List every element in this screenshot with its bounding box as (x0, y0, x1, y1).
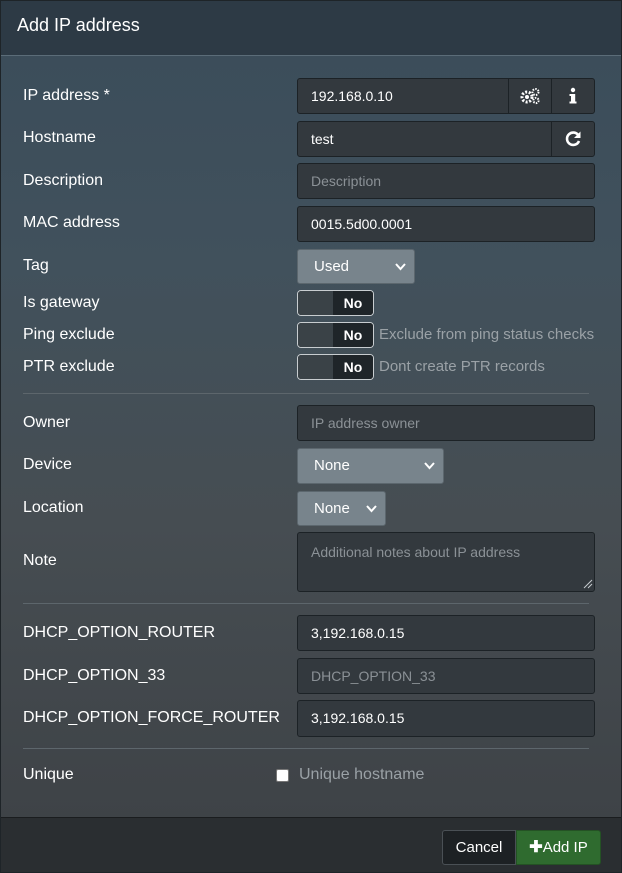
unique-hostname-checkbox[interactable] (276, 769, 289, 782)
note-label: Note (23, 552, 57, 569)
info-icon (569, 87, 577, 104)
modal-title: Add IP address (17, 15, 140, 35)
tag-select[interactable]: Used (297, 249, 415, 284)
dhcp-option-force-router-input[interactable]: 3,192.168.0.15 (297, 700, 595, 737)
ip-tools-button[interactable] (508, 78, 552, 114)
chevron-down-icon (395, 250, 406, 297)
add-ip-button-label: Add IP (542, 839, 588, 856)
dhcp-option-router-input[interactable]: 3,192.168.0.15 (297, 615, 595, 651)
ping-exclude-help: Exclude from ping status checks (379, 326, 595, 343)
refresh-icon (565, 131, 581, 147)
divider (23, 748, 589, 749)
mac-address-label: MAC address (23, 214, 120, 231)
description-input[interactable]: Description (297, 163, 595, 199)
ping-exclude-toggle[interactable]: No (297, 322, 374, 348)
plus-icon: ✚ (529, 839, 543, 856)
owner-input[interactable]: IP address owner (297, 405, 595, 441)
divider (23, 393, 589, 394)
is-gateway-label: Is gateway (23, 294, 100, 311)
dhcp-option-router-label: DHCP_OPTION_ROUTER (23, 624, 216, 641)
toggle-value: No (333, 291, 373, 315)
tag-label: Tag (23, 257, 49, 274)
hostname-refresh-button[interactable] (551, 121, 595, 157)
note-textarea[interactable]: Additional notes about IP address (297, 532, 595, 592)
toggle-value: No (333, 323, 373, 347)
divider (23, 603, 589, 604)
unique-hostname-checkbox-label[interactable]: Unique hostname (299, 766, 424, 784)
is-gateway-toggle[interactable]: No (297, 290, 374, 316)
ptr-exclude-toggle[interactable]: No (297, 354, 374, 380)
cancel-button[interactable]: Cancel (442, 830, 516, 865)
dhcp-option-33-label: DHCP_OPTION_33 (23, 667, 166, 684)
hostname-label: Hostname (23, 129, 96, 146)
add-ip-button[interactable]: ✚Add IP (516, 830, 601, 865)
description-label: Description (23, 172, 104, 189)
dhcp-option-force-router-label: DHCP_OPTION_FORCE_ROUTER (23, 709, 280, 726)
tag-select-value: Used (314, 258, 350, 275)
location-select[interactable]: None (297, 491, 386, 526)
ping-exclude-label: Ping exclude (23, 326, 115, 343)
device-select[interactable]: None (297, 448, 444, 484)
hostname-input[interactable]: test (297, 121, 552, 157)
dhcp-option-33-input[interactable]: DHCP_OPTION_33 (297, 658, 595, 694)
ip-address-label: IP address * (23, 87, 110, 104)
mac-address-input[interactable]: 0015.5d00.0001 (297, 206, 595, 242)
toggle-value: No (333, 355, 373, 379)
unique-label: Unique (23, 766, 74, 783)
ptr-exclude-help: Dont create PTR records (379, 358, 545, 375)
resize-handle-icon[interactable] (583, 579, 593, 589)
ip-info-button[interactable] (551, 78, 595, 114)
owner-label: Owner (23, 414, 71, 431)
modal-footer: Cancel ✚Add IP (1, 817, 621, 872)
device-label: Device (23, 456, 72, 473)
device-select-value: None (314, 457, 350, 474)
add-ip-modal: Add IP address IP address * 192.168.0.10… (0, 0, 622, 873)
toggle-knob (298, 291, 334, 315)
toggle-knob (298, 323, 334, 347)
modal-header: Add IP address (1, 1, 621, 56)
ptr-exclude-label: PTR exclude (23, 358, 115, 375)
location-label: Location (23, 499, 84, 516)
gears-icon (520, 88, 540, 105)
toggle-knob (298, 355, 334, 379)
ip-address-input[interactable]: 192.168.0.10 (297, 78, 509, 114)
chevron-down-icon (424, 449, 435, 496)
location-select-value: None (314, 500, 350, 517)
